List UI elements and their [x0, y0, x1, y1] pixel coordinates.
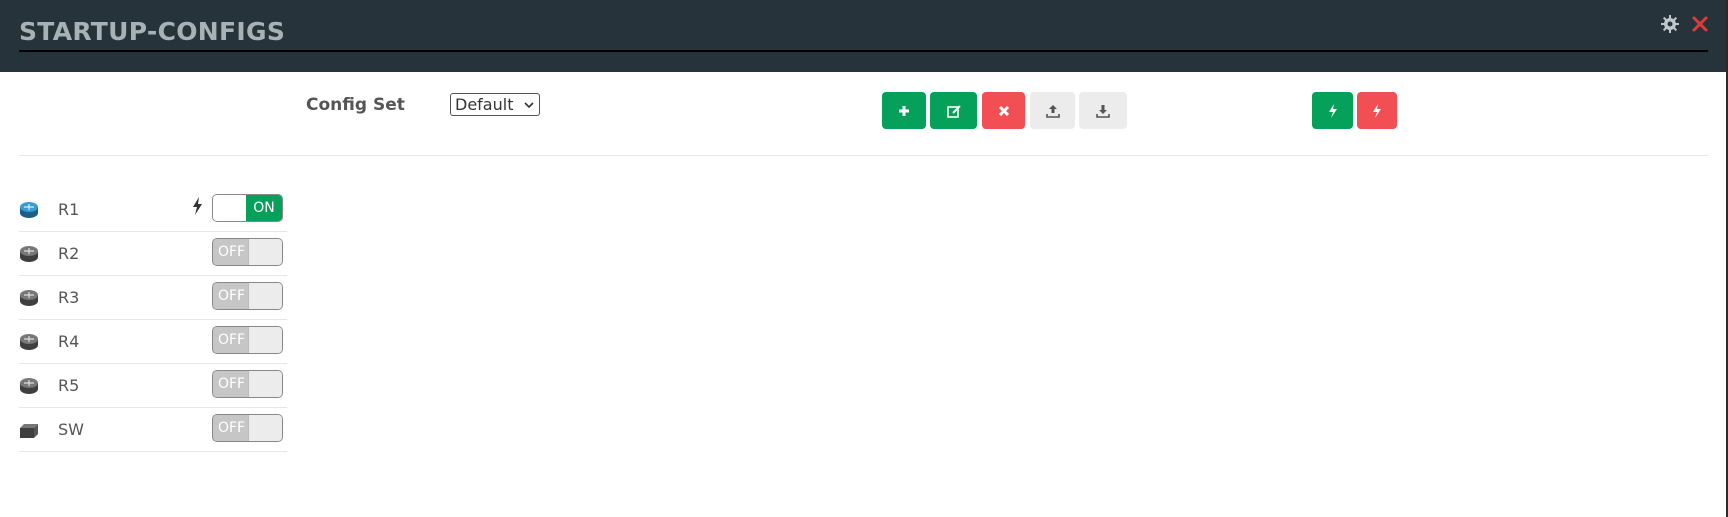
toolbar-divider [19, 155, 1708, 156]
edit-config-button[interactable] [930, 92, 977, 129]
startup-config-toggle[interactable]: OFF [212, 238, 283, 266]
node-name: R2 [58, 244, 80, 263]
delete-config-button[interactable] [982, 92, 1025, 129]
title-underline [19, 50, 1708, 52]
upload-config-button[interactable] [1030, 92, 1075, 129]
toggle-knob [248, 415, 282, 441]
node-row-r3: R3 OFF [19, 276, 287, 320]
plus-icon [899, 105, 909, 116]
edit-icon [946, 104, 961, 118]
upload-icon [1045, 104, 1060, 118]
download-icon [1096, 104, 1110, 118]
startup-config-toggle[interactable]: OFF [212, 370, 283, 398]
enable-all-button[interactable] [1312, 92, 1353, 129]
node-name: R4 [58, 332, 80, 351]
download-config-button[interactable] [1079, 92, 1127, 129]
startup-config-toggle[interactable]: ON [212, 194, 283, 222]
node-row-r4: R4 OFF [19, 320, 287, 364]
node-name: R3 [58, 288, 80, 307]
toggle-state: ON [246, 195, 282, 221]
toggle-state: OFF [213, 283, 250, 309]
window-title: STARTUP-CONFIGS [19, 17, 286, 46]
config-set-select[interactable]: Default [450, 93, 540, 116]
toggle-state: OFF [213, 371, 250, 397]
toggle-state: OFF [213, 415, 250, 441]
startup-config-toggle[interactable]: OFF [212, 414, 283, 442]
router-icon [20, 290, 38, 306]
node-row-r2: R2 OFF [19, 232, 287, 276]
node-row-r1: R1 ON [19, 188, 287, 232]
startup-config-toggle[interactable]: OFF [212, 326, 283, 354]
add-config-button[interactable] [882, 92, 926, 129]
node-row-sw: SW OFF [19, 408, 287, 452]
node-name: R1 [58, 200, 80, 219]
toggle-knob [248, 327, 282, 353]
router-icon [20, 202, 38, 218]
toggle-state: OFF [213, 327, 250, 353]
flash-icon [193, 197, 202, 215]
toggle-knob [248, 283, 282, 309]
disable-all-button[interactable] [1357, 92, 1397, 129]
toggle-knob [213, 195, 248, 221]
window-header: STARTUP-CONFIGS [0, 0, 1726, 72]
router-icon [20, 246, 38, 262]
node-name: R5 [58, 376, 80, 395]
startup-configs-window: STARTUP-CONFIGS Config Set Default R1 ON… [0, 0, 1726, 517]
toggle-knob [248, 239, 282, 265]
config-set-value: Default [455, 95, 514, 114]
router-icon [20, 378, 38, 394]
chevron-down-icon [524, 101, 534, 108]
toggle-state: OFF [213, 239, 250, 265]
router-icon [20, 334, 38, 350]
node-name: SW [58, 420, 84, 439]
toggle-knob [248, 371, 282, 397]
flash-icon [1373, 103, 1381, 118]
gear-icon[interactable] [1660, 14, 1680, 34]
config-set-label: Config Set [306, 95, 405, 115]
flash-icon [1328, 103, 1337, 118]
switch-icon [20, 424, 38, 438]
x-icon [998, 105, 1009, 116]
close-icon[interactable] [1690, 14, 1710, 34]
node-row-r5: R5 OFF [19, 364, 287, 408]
startup-config-toggle[interactable]: OFF [212, 282, 283, 310]
